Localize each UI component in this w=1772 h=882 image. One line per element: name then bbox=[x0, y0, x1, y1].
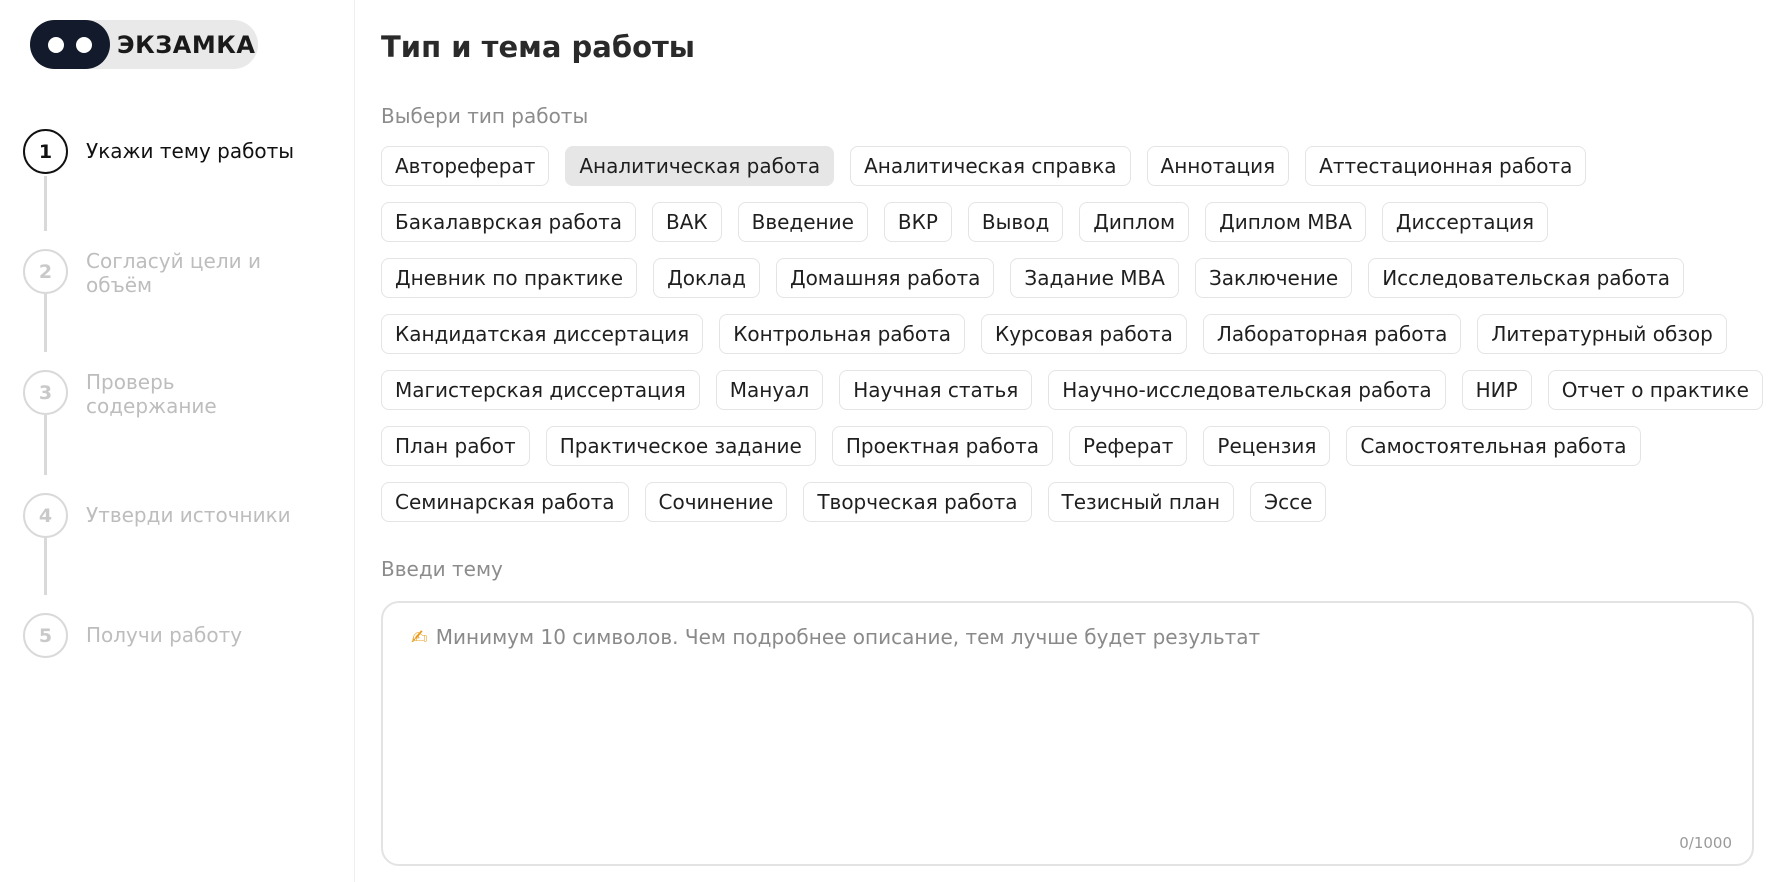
step-connector bbox=[44, 176, 47, 231]
step-connector bbox=[44, 294, 47, 352]
work-type-chip[interactable]: Рецензия bbox=[1203, 426, 1331, 466]
work-type-chip[interactable]: Практическое задание bbox=[545, 426, 816, 466]
work-type-chip[interactable]: Бакалаврская работа bbox=[381, 202, 636, 242]
step-connector bbox=[44, 415, 47, 475]
work-type-chip[interactable]: Мануал bbox=[715, 370, 824, 410]
logo-eye-left bbox=[48, 36, 64, 53]
work-type-chip[interactable]: Научная статья bbox=[839, 370, 1033, 410]
work-type-chip[interactable]: ВАК bbox=[651, 202, 722, 242]
step-5[interactable]: 5 Получи работу bbox=[23, 613, 316, 658]
topic-placeholder: ✍ Минимум 10 символов. Чем подробнее опи… bbox=[411, 625, 1260, 649]
work-type-chip[interactable]: Лабораторная работа bbox=[1202, 314, 1462, 354]
topic-input[interactable]: ✍ Минимум 10 символов. Чем подробнее опи… bbox=[381, 601, 1754, 866]
work-type-chip[interactable]: Аналитическая работа bbox=[565, 146, 835, 186]
work-type-chip[interactable]: Научно-исследовательская работа bbox=[1048, 370, 1446, 410]
step-number: 4 bbox=[23, 493, 68, 538]
work-type-chip[interactable]: Диссертация bbox=[1381, 202, 1549, 242]
step-number: 3 bbox=[23, 370, 68, 415]
work-type-chip[interactable]: Курсовая работа bbox=[981, 314, 1187, 354]
logo-text: ЭКЗАМКА bbox=[117, 30, 256, 59]
work-type-chip[interactable]: Тезисный план bbox=[1047, 482, 1235, 522]
work-type-chip[interactable]: Сочинение bbox=[644, 482, 788, 522]
topic-label: Введи тему bbox=[381, 557, 503, 581]
step-4[interactable]: 4 Утверди источники bbox=[23, 493, 316, 538]
work-type-chip[interactable]: Вывод bbox=[967, 202, 1064, 242]
topic-placeholder-text: Минимум 10 символов. Чем подробнее описа… bbox=[435, 625, 1261, 649]
work-type-chip[interactable]: Проектная работа bbox=[831, 426, 1054, 466]
chip-row: Магистерская диссертация Мануал Научная ст… bbox=[381, 370, 1763, 410]
work-type-chip[interactable]: Домашняя работа bbox=[775, 258, 995, 298]
step-2[interactable]: 2 Согласуй цели и объём bbox=[23, 249, 276, 297]
work-type-chip[interactable]: Диплом MBA bbox=[1205, 202, 1366, 242]
step-label: Получи работу bbox=[86, 623, 243, 647]
chip-row: Бакалаврская работа ВАК Введение ВКР Вывод Ди… bbox=[381, 202, 1756, 242]
work-type-chip[interactable]: Аннотация bbox=[1146, 146, 1290, 186]
step-number: 2 bbox=[23, 249, 68, 294]
work-type-chip[interactable]: Автореферат bbox=[381, 146, 550, 186]
work-type-chip[interactable]: Магистерская диссертация bbox=[381, 370, 700, 410]
work-type-chip[interactable]: Кандидатская диссертация bbox=[381, 314, 704, 354]
work-type-chip[interactable]: План работ bbox=[381, 426, 530, 466]
work-type-chip[interactable]: Заключение bbox=[1194, 258, 1353, 298]
chip-row: Дневник по практике Доклад Домашняя работа… bbox=[381, 258, 1756, 298]
work-type-chip[interactable]: Семинарская работа bbox=[381, 482, 629, 522]
step-label: Согласуй цели и объём bbox=[86, 249, 261, 297]
step-label: Укажи тему работы bbox=[86, 139, 295, 163]
logo[interactable]: ЭКЗАМКА bbox=[30, 20, 258, 69]
work-type-chip[interactable]: Введение bbox=[737, 202, 868, 242]
chip-row: Кандидатская диссертация Контрольная рабо… bbox=[381, 314, 1756, 354]
step-number: 1 bbox=[23, 129, 68, 174]
work-type-chip[interactable]: Аттестационная работа bbox=[1305, 146, 1587, 186]
type-label: Выбери тип работы bbox=[381, 104, 589, 128]
step-3[interactable]: 3 Проверь содержание bbox=[23, 370, 236, 418]
sidebar: ЭКЗАМКА 1 Укажи тему работы 2 Согласуй ц… bbox=[0, 0, 355, 882]
char-counter: 0/1000 bbox=[1679, 834, 1732, 852]
page-title: Тип и тема работы bbox=[381, 30, 696, 64]
work-type-chip[interactable]: Задание MBA bbox=[1010, 258, 1179, 298]
logo-eyes-icon bbox=[30, 20, 110, 69]
work-type-chip[interactable]: Доклад bbox=[653, 258, 760, 298]
step-number: 5 bbox=[23, 613, 68, 658]
work-type-chip[interactable]: Аналитическая справка bbox=[850, 146, 1131, 186]
work-type-chip[interactable]: Диплом bbox=[1079, 202, 1190, 242]
work-type-chip[interactable]: Реферат bbox=[1069, 426, 1188, 466]
logo-eye-right bbox=[76, 36, 92, 53]
step-connector bbox=[44, 538, 47, 595]
chip-row: План работ Практическое задание Проектная … bbox=[381, 426, 1756, 466]
chip-row: Автореферат Аналитическая работа Аналитиче… bbox=[381, 146, 1756, 186]
work-type-chip[interactable]: Литературный обзор bbox=[1477, 314, 1727, 354]
work-type-chips: Автореферат Аналитическая работа Аналитиче… bbox=[381, 146, 1763, 538]
work-type-chip[interactable]: Контрольная работа bbox=[719, 314, 965, 354]
step-label: Проверь содержание bbox=[86, 370, 217, 418]
work-type-chip[interactable]: Эссе bbox=[1250, 482, 1327, 522]
step-1[interactable]: 1 Укажи тему работы bbox=[23, 129, 316, 174]
step-label: Утверди источники bbox=[86, 503, 291, 527]
chip-row: Семинарская работа Сочинение Творческая ра… bbox=[381, 482, 1756, 522]
writing-hand-icon: ✍ bbox=[411, 625, 428, 649]
work-type-chip[interactable]: НИР bbox=[1461, 370, 1532, 410]
work-type-chip[interactable]: Исследовательская работа bbox=[1368, 258, 1685, 298]
work-type-chip[interactable]: Дневник по практике bbox=[381, 258, 638, 298]
work-type-chip[interactable]: ВКР bbox=[883, 202, 952, 242]
work-type-chip[interactable]: Творческая работа bbox=[803, 482, 1032, 522]
work-type-chip[interactable]: Самостоятельная работа bbox=[1346, 426, 1641, 466]
work-type-chip[interactable]: Отчет о практике bbox=[1547, 370, 1763, 410]
